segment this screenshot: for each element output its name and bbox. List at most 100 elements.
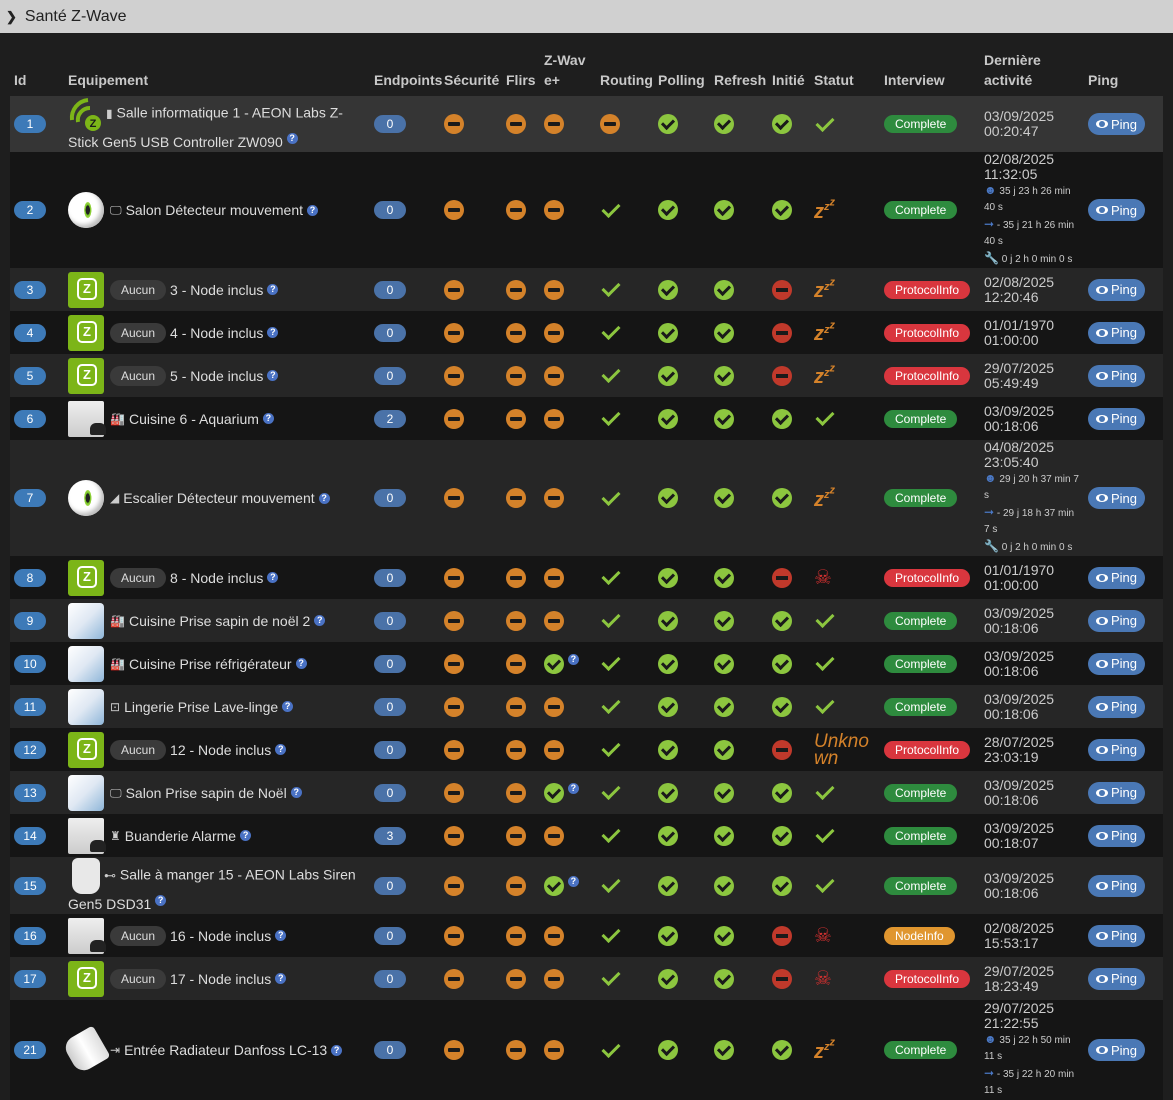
ping-button[interactable]: Ping: [1088, 924, 1146, 947]
column-header-equipement[interactable]: Equipement: [64, 40, 370, 96]
device-name[interactable]: Buanderie Alarme: [125, 826, 236, 846]
skull-icon: ☠: [814, 968, 832, 990]
device-name[interactable]: Cuisine Prise sapin de noël 2: [129, 611, 310, 631]
table-row[interactable]: 13 🖵 Salon Prise sapin de Noël ? 0 ? Comple…: [10, 771, 1163, 814]
help-icon[interactable]: ?: [295, 658, 307, 669]
device-name[interactable]: Lingerie Prise Lave-linge: [124, 697, 278, 717]
help-icon[interactable]: ?: [307, 204, 319, 216]
column-header-statut[interactable]: Statut: [810, 40, 880, 96]
column-header-id[interactable]: Id: [10, 40, 64, 96]
arrow-right-icon: ➞: [984, 505, 995, 519]
help-icon[interactable]: ?: [331, 1044, 343, 1056]
ping-button[interactable]: Ping: [1088, 781, 1146, 804]
help-icon[interactable]: ?: [262, 413, 274, 424]
column-header-initie[interactable]: Initié: [768, 40, 810, 96]
ping-button[interactable]: Ping: [1088, 967, 1146, 990]
table-row[interactable]: 14 ♜ Buanderie Alarme ? 3 Complete 03/09/202…: [10, 814, 1163, 857]
help-icon[interactable]: ?: [267, 370, 279, 381]
last-activity: 02/08/2025 15:53:17: [984, 920, 1080, 951]
last-activity: 01/01/1970 01:00:00: [984, 317, 1080, 348]
help-icon[interactable]: ?: [155, 894, 167, 906]
table-row[interactable]: 21 ⇥ Entrée Radiateur Danfoss LC-13 ? 0 zzz…: [10, 1000, 1163, 1100]
table-row[interactable]: 12 Aucun 12 - Node inclus ? 0 Unknown Protoc…: [10, 728, 1163, 771]
column-header-routing[interactable]: Routing: [596, 40, 654, 96]
device-name[interactable]: Salon Détecteur mouvement: [126, 200, 303, 220]
table-row[interactable]: 1 Z ▮ Salle informatique 1 - AEON Labs Z-S…: [10, 96, 1163, 152]
last-activity-date: 02/08/2025: [984, 273, 1055, 290]
table-row[interactable]: 8 Aucun 8 - Node inclus ? 0 ☠ ProtocolInfo 01…: [10, 556, 1163, 599]
help-icon[interactable]: ?: [240, 830, 252, 841]
ping-button[interactable]: Ping: [1088, 199, 1146, 221]
help-icon[interactable]: ?: [282, 701, 294, 712]
table-row[interactable]: 4 Aucun 4 - Node inclus ? 0 zzz ProtocolInfo…: [10, 311, 1163, 354]
device-name[interactable]: 12 - Node inclus: [170, 740, 271, 760]
table-row[interactable]: 16 Aucun 16 - Node inclus ? 0 ☠ NodeInfo 02/0…: [10, 914, 1163, 957]
table-row[interactable]: 11 ⊡ Lingerie Prise Lave-linge ? 0 Complete…: [10, 685, 1163, 728]
column-header-securite[interactable]: Sécurité: [440, 40, 502, 96]
help-icon[interactable]: ?: [275, 744, 287, 755]
help-icon[interactable]: ?: [267, 327, 279, 338]
help-icon[interactable]: ?: [567, 653, 579, 665]
last-activity-time: 15:53:17: [984, 934, 1039, 951]
table-row[interactable]: 10 🏭 Cuisine Prise réfrigérateur ? 0 ? Comp…: [10, 642, 1163, 685]
panel-header[interactable]: ❯ Santé Z-Wave: [0, 0, 1173, 33]
column-header-interview[interactable]: Interview: [880, 40, 980, 96]
device-image-zwave: [68, 731, 104, 768]
ping-button[interactable]: Ping: [1088, 364, 1146, 387]
column-header-polling[interactable]: Polling: [654, 40, 710, 96]
help-icon[interactable]: ?: [567, 875, 579, 887]
table-row[interactable]: 9 🏭 Cuisine Prise sapin de noël 2 ? 0 Compl…: [10, 599, 1163, 642]
table-row[interactable]: 5 Aucun 5 - Node inclus ? 0 zzz ProtocolInfo…: [10, 354, 1163, 397]
help-icon[interactable]: ?: [290, 787, 302, 798]
column-header-derniere-activite[interactable]: Dernière activité: [980, 40, 1084, 96]
ping-button[interactable]: Ping: [1088, 1039, 1146, 1061]
help-icon[interactable]: ?: [314, 615, 326, 626]
room-icon: 🏭: [110, 656, 125, 671]
ping-button[interactable]: Ping: [1088, 487, 1146, 509]
column-header-ping[interactable]: Ping: [1084, 40, 1163, 96]
device-name[interactable]: Salon Prise sapin de Noël: [126, 783, 287, 803]
device-name[interactable]: 4 - Node inclus: [170, 323, 263, 343]
table-row[interactable]: 2 🖵 Salon Détecteur mouvement ? 0 zzz Comple…: [10, 152, 1163, 268]
smiley-icon: ☻: [984, 471, 997, 485]
device-name[interactable]: Escalier Détecteur mouvement: [123, 488, 314, 508]
table-row[interactable]: 7 ◢ Escalier Détecteur mouvement ? 0 zzz Com…: [10, 440, 1163, 556]
help-icon[interactable]: ?: [275, 973, 287, 984]
minus-circle-icon: [544, 200, 564, 220]
ping-button[interactable]: Ping: [1088, 278, 1146, 301]
ping-button[interactable]: Ping: [1088, 113, 1146, 135]
ping-button[interactable]: Ping: [1088, 652, 1146, 675]
device-name[interactable]: Cuisine Prise réfrigérateur: [129, 654, 292, 674]
device-name[interactable]: 5 - Node inclus: [170, 366, 263, 386]
table-row[interactable]: 6 🏭 Cuisine 6 - Aquarium ? 2 Complete 03/09/…: [10, 397, 1163, 440]
table-row[interactable]: 3 Aucun 3 - Node inclus ? 0 zzz ProtocolInfo…: [10, 268, 1163, 311]
device-name[interactable]: 16 - Node inclus: [170, 926, 271, 946]
column-header-flirs[interactable]: Flirs: [502, 40, 540, 96]
help-icon[interactable]: ?: [318, 492, 330, 504]
node-id-badge: 3: [14, 280, 46, 299]
device-name[interactable]: 3 - Node inclus: [170, 280, 263, 300]
check-icon: [601, 874, 621, 894]
table-row[interactable]: 17 Aucun 17 - Node inclus ? 0 ☠ ProtocolInfo…: [10, 957, 1163, 1000]
table-row[interactable]: 15 ⊷ Salle à manger 15 - AEON Labs Siren …: [10, 857, 1163, 914]
ping-button[interactable]: Ping: [1088, 874, 1146, 897]
column-header-zwaveplus[interactable]: Z-Wave+: [540, 40, 596, 96]
help-icon[interactable]: ?: [567, 782, 579, 794]
column-header-endpoints[interactable]: Endpoints: [370, 40, 442, 96]
ping-button[interactable]: Ping: [1088, 738, 1146, 761]
help-icon[interactable]: ?: [286, 133, 298, 145]
help-icon[interactable]: ?: [267, 572, 279, 583]
device-name[interactable]: Cuisine 6 - Aquarium: [129, 409, 259, 429]
help-icon[interactable]: ?: [275, 930, 287, 941]
ping-button[interactable]: Ping: [1088, 321, 1146, 344]
device-name[interactable]: 8 - Node inclus: [170, 568, 263, 588]
device-name[interactable]: Entrée Radiateur Danfoss LC-13: [124, 1040, 327, 1060]
help-icon[interactable]: ?: [267, 284, 279, 295]
ping-button[interactable]: Ping: [1088, 566, 1146, 589]
column-header-refresh[interactable]: Refresh: [710, 40, 768, 96]
ping-button[interactable]: Ping: [1088, 824, 1146, 847]
ping-button[interactable]: Ping: [1088, 407, 1146, 430]
device-name[interactable]: 17 - Node inclus: [170, 969, 271, 989]
ping-button[interactable]: Ping: [1088, 609, 1146, 632]
ping-button[interactable]: Ping: [1088, 695, 1146, 718]
